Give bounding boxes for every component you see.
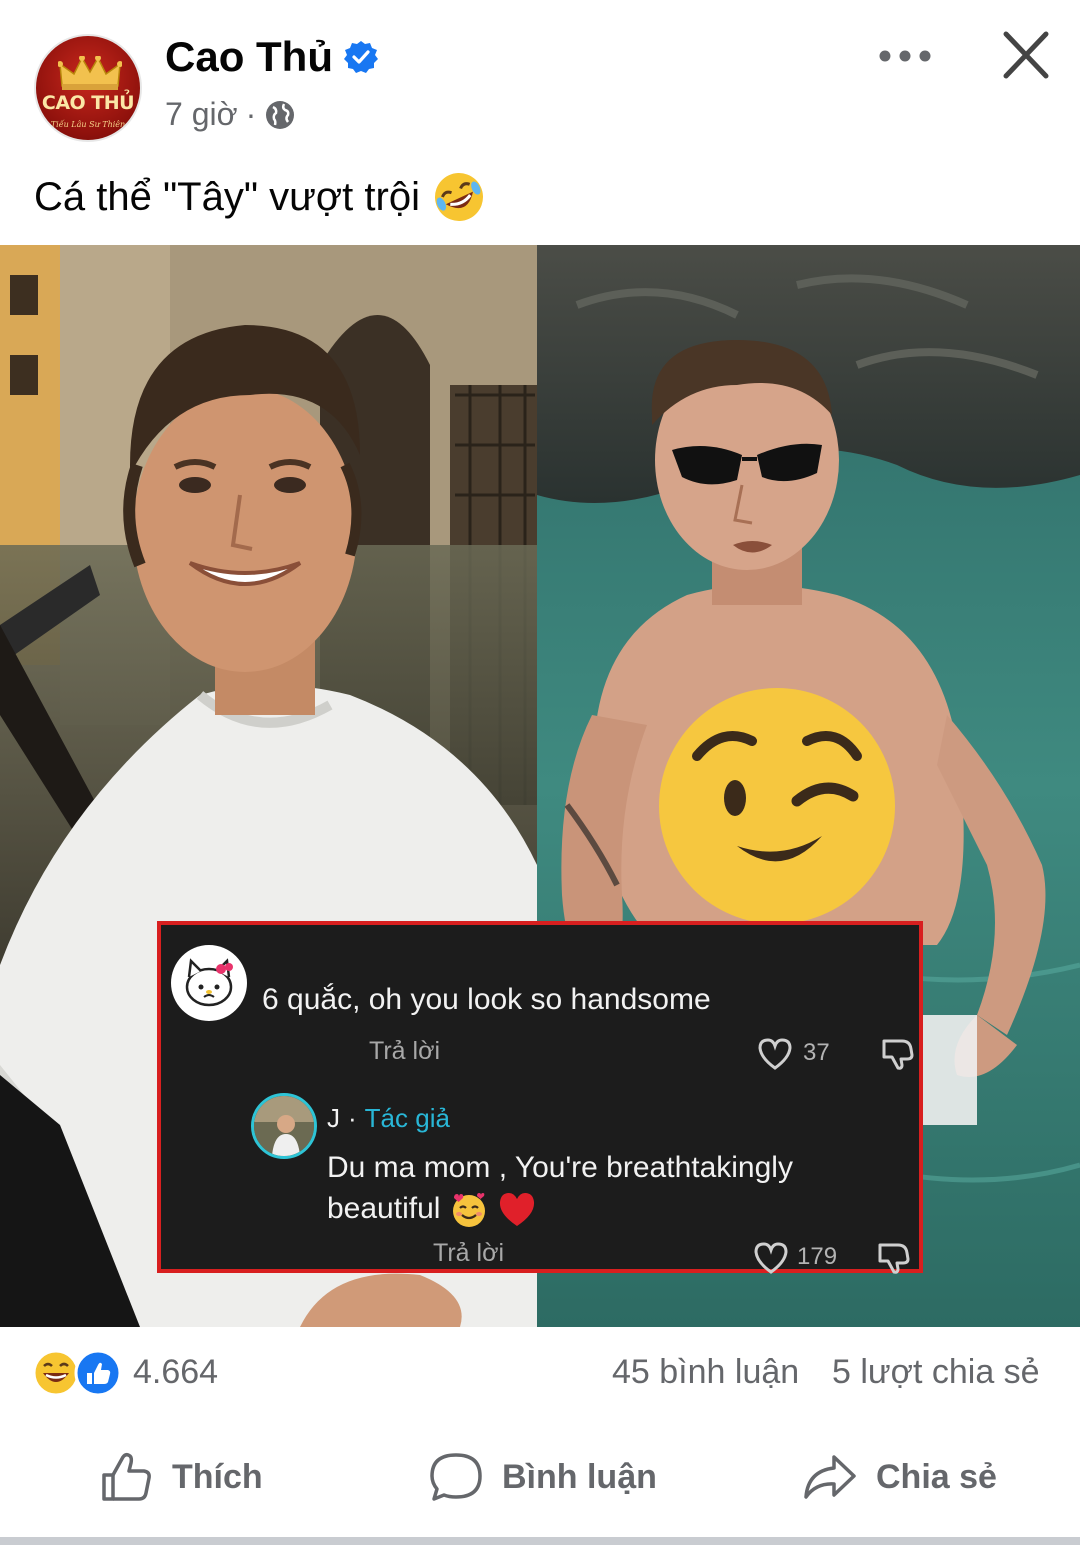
comment2-author-line: J · Tác giả [327, 1103, 450, 1134]
more-dots-icon[interactable] [872, 36, 938, 76]
comment1-reply-label: Trả lời [369, 1037, 441, 1065]
page-avatar[interactable]: CAO THỦ Tiếu Lâu Sư Thiên [34, 34, 142, 142]
heart-icon [754, 1242, 788, 1274]
like-reaction-icon [74, 1349, 122, 1397]
red-heart-emoji [500, 1193, 535, 1227]
author-avatar [251, 1093, 317, 1159]
verified-badge-icon [343, 41, 378, 73]
comment2-separator: · [348, 1103, 357, 1133]
post-caption: Cá thể "Tây" vượt trội [34, 170, 486, 224]
author-photo-icon [254, 1096, 314, 1156]
comment1-text: 6 quắc, oh you look so handsome [262, 983, 711, 1016]
share-label: Chia sẻ [876, 1457, 997, 1496]
caption-text: Cá thể "Tây" vượt trội [34, 174, 420, 219]
shares-count[interactable]: 5 lượt chia sẻ [832, 1353, 1040, 1392]
globe-icon [266, 100, 295, 129]
heart-icon [758, 1038, 792, 1070]
dislike-icon [882, 1039, 914, 1070]
comment2-text-block: Du ma mom , You're breathtakingly beauti… [327, 1147, 887, 1230]
avatar-logo-text: CAO THỦ [41, 92, 135, 114]
avatar-logo-subtext: Tiếu Lâu Sư Thiên [50, 120, 126, 129]
comment2-text: Du ma mom , You're breathtakingly beauti… [327, 1151, 793, 1225]
bottom-divider [0, 1537, 1080, 1545]
close-icon[interactable] [996, 30, 1056, 82]
thumbs-up-icon [102, 1452, 151, 1501]
commenter-avatar-hellokitty [171, 945, 247, 1021]
post-image[interactable]: 6 quắc, oh you look so handsome Trả lời … [0, 245, 1080, 1327]
comment1-like-count: 37 [803, 1039, 830, 1066]
comment-screenshot: 6 quắc, oh you look so handsome Trả lời … [157, 921, 923, 1274]
post-header: CAO THỦ Tiếu Lâu Sư Thiên Cao Thủ 7 giờ … [0, 0, 1080, 150]
reaction-icons[interactable] [32, 1349, 124, 1397]
page-name[interactable]: Cao Thủ [165, 33, 333, 81]
hello-kitty-icon [185, 958, 233, 1007]
comment-bubble-icon [430, 1453, 482, 1501]
haha-reaction-icon [32, 1349, 80, 1397]
action-bar: Thích Bình luận Chia sẻ [0, 1430, 1080, 1525]
share-arrow-icon [804, 1455, 856, 1499]
post-time[interactable]: 7 giờ [165, 96, 238, 133]
wink-emoji [659, 688, 895, 924]
comment-button[interactable]: Bình luận [428, 1446, 657, 1508]
rolling-laugh-emoji [434, 173, 483, 221]
author-badge: Tác giả [364, 1103, 450, 1133]
reactions-count[interactable]: 4.664 [133, 1353, 218, 1392]
dislike-icon [878, 1243, 910, 1274]
like-button[interactable]: Thích [98, 1446, 263, 1508]
crown-icon [58, 56, 122, 90]
smiling-hearts-emoji [452, 1193, 485, 1228]
comment-label: Bình luận [502, 1457, 657, 1496]
comments-count[interactable]: 45 bình luận [612, 1353, 799, 1392]
share-button[interactable]: Chia sẻ [802, 1446, 997, 1508]
comment2-like-count: 179 [797, 1243, 838, 1270]
like-label: Thích [172, 1457, 263, 1496]
reaction-summary: 4.664 45 bình luận 5 lượt chia sẻ [0, 1327, 1080, 1417]
meta-separator: · [245, 96, 257, 132]
comment2-reply-label: Trả lời [433, 1239, 505, 1267]
comment2-author: J [327, 1103, 340, 1133]
